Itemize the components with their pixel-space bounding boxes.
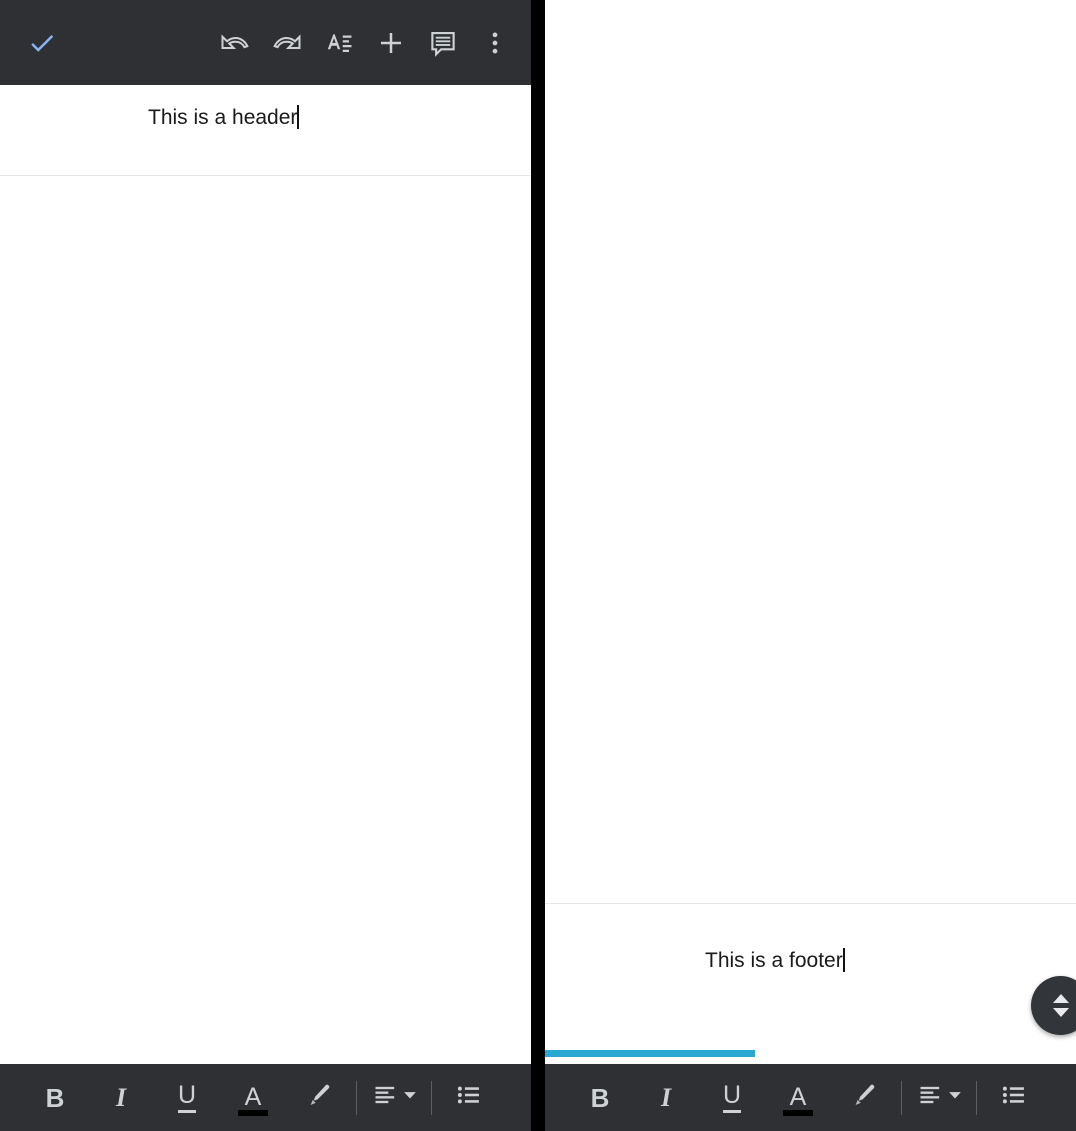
document-body-right[interactable] <box>545 0 1076 903</box>
bold-icon: B <box>590 1082 610 1113</box>
loading-progress-bar <box>545 1050 755 1057</box>
overflow-menu-icon <box>480 28 510 58</box>
header-editing-panel: This is a header B I U A <box>0 0 531 1131</box>
bulleted-list-icon <box>455 1081 483 1114</box>
bold-icon: B <box>45 1082 65 1113</box>
align-button[interactable] <box>906 1072 972 1124</box>
text-color-button[interactable]: A <box>765 1072 831 1124</box>
format-text-icon <box>324 28 354 58</box>
text-color-button[interactable]: A <box>220 1072 286 1124</box>
text-color-icon: A <box>789 1083 807 1111</box>
footer-edit-zone[interactable]: This is a footer <box>545 904 1076 1060</box>
bottom-format-toolbar-right: B I U A <box>545 1064 1076 1131</box>
app-screen: This is a header B I U A This is a foote… <box>0 0 1076 1131</box>
accept-button[interactable] <box>16 17 68 69</box>
undo-button[interactable] <box>209 17 261 69</box>
text-caret <box>842 948 845 972</box>
align-button[interactable] <box>361 1072 427 1124</box>
list-button[interactable] <box>436 1072 502 1124</box>
text-caret <box>297 105 300 129</box>
toolbar-divider-2-left <box>431 1080 432 1115</box>
undo-icon <box>220 28 250 58</box>
document-body-left[interactable] <box>0 176 531 1060</box>
check-icon <box>27 28 57 58</box>
text-color-swatch <box>783 1109 813 1116</box>
toolbar-divider-1-right <box>901 1080 902 1115</box>
bulleted-list-icon <box>1000 1081 1028 1114</box>
insert-button[interactable] <box>365 17 417 69</box>
italic-button[interactable]: I <box>633 1072 699 1124</box>
bold-button[interactable]: B <box>567 1072 633 1124</box>
list-button[interactable] <box>981 1072 1047 1124</box>
triangle-down-icon <box>1052 1008 1069 1017</box>
align-left-icon <box>917 1081 945 1114</box>
format-button[interactable] <box>313 17 365 69</box>
italic-icon: I <box>660 1082 672 1112</box>
comment-button[interactable] <box>417 17 469 69</box>
redo-icon <box>272 28 302 58</box>
comment-icon <box>428 28 458 58</box>
more-options-button[interactable] <box>469 17 521 69</box>
header-text[interactable]: This is a header <box>148 105 297 130</box>
italic-button[interactable]: I <box>88 1072 154 1124</box>
triangle-up-icon <box>1052 994 1069 1003</box>
text-color-icon: A <box>244 1083 262 1111</box>
bold-button[interactable]: B <box>22 1072 88 1124</box>
align-left-icon <box>372 1081 400 1114</box>
highlight-button[interactable] <box>286 1072 352 1124</box>
bottom-format-toolbar-left: B I U A <box>0 1064 531 1131</box>
highlight-pen-icon <box>305 1081 333 1114</box>
header-edit-zone[interactable]: This is a header <box>0 85 531 175</box>
underline-icon: U <box>177 1082 197 1113</box>
toolbar-divider-1-left <box>356 1080 357 1115</box>
text-color-swatch <box>238 1109 268 1116</box>
underline-button[interactable]: U <box>699 1072 765 1124</box>
plus-icon <box>376 28 406 58</box>
top-toolbar <box>0 0 531 85</box>
panel-divider <box>531 0 545 1131</box>
chevron-down-icon <box>403 1088 417 1107</box>
chevron-down-icon <box>948 1088 962 1107</box>
footer-editing-panel: This is a footer B I U A <box>545 0 1076 1131</box>
redo-button[interactable] <box>261 17 313 69</box>
footer-text[interactable]: This is a footer <box>705 948 843 973</box>
highlight-pen-icon <box>850 1081 878 1114</box>
document-canvas-left: This is a header <box>0 85 531 1060</box>
underline-icon: U <box>722 1082 742 1113</box>
italic-icon: I <box>115 1082 127 1112</box>
document-canvas-right: This is a footer <box>545 0 1076 1060</box>
toolbar-divider-2-right <box>976 1080 977 1115</box>
underline-button[interactable]: U <box>154 1072 220 1124</box>
highlight-button[interactable] <box>831 1072 897 1124</box>
